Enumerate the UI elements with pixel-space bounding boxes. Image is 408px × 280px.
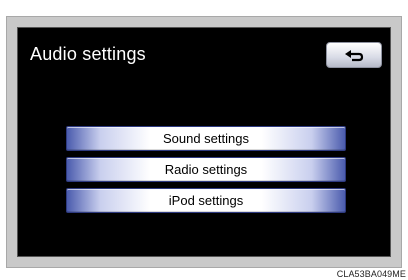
- ipod-settings-button[interactable]: iPod settings: [66, 188, 346, 213]
- reference-code: CLA53BA049ME: [336, 269, 406, 279]
- back-button[interactable]: [326, 42, 382, 68]
- page-title: Audio settings: [30, 44, 146, 64]
- radio-settings-button[interactable]: Radio settings: [66, 157, 346, 182]
- sound-settings-button[interactable]: Sound settings: [66, 126, 346, 151]
- display-bezel: Audio settings Sound settings Radio sett…: [6, 16, 402, 268]
- back-arrow-icon: [343, 48, 365, 62]
- display-screen: Audio settings Sound settings Radio sett…: [17, 27, 391, 257]
- page: Audio settings Sound settings Radio sett…: [0, 0, 408, 280]
